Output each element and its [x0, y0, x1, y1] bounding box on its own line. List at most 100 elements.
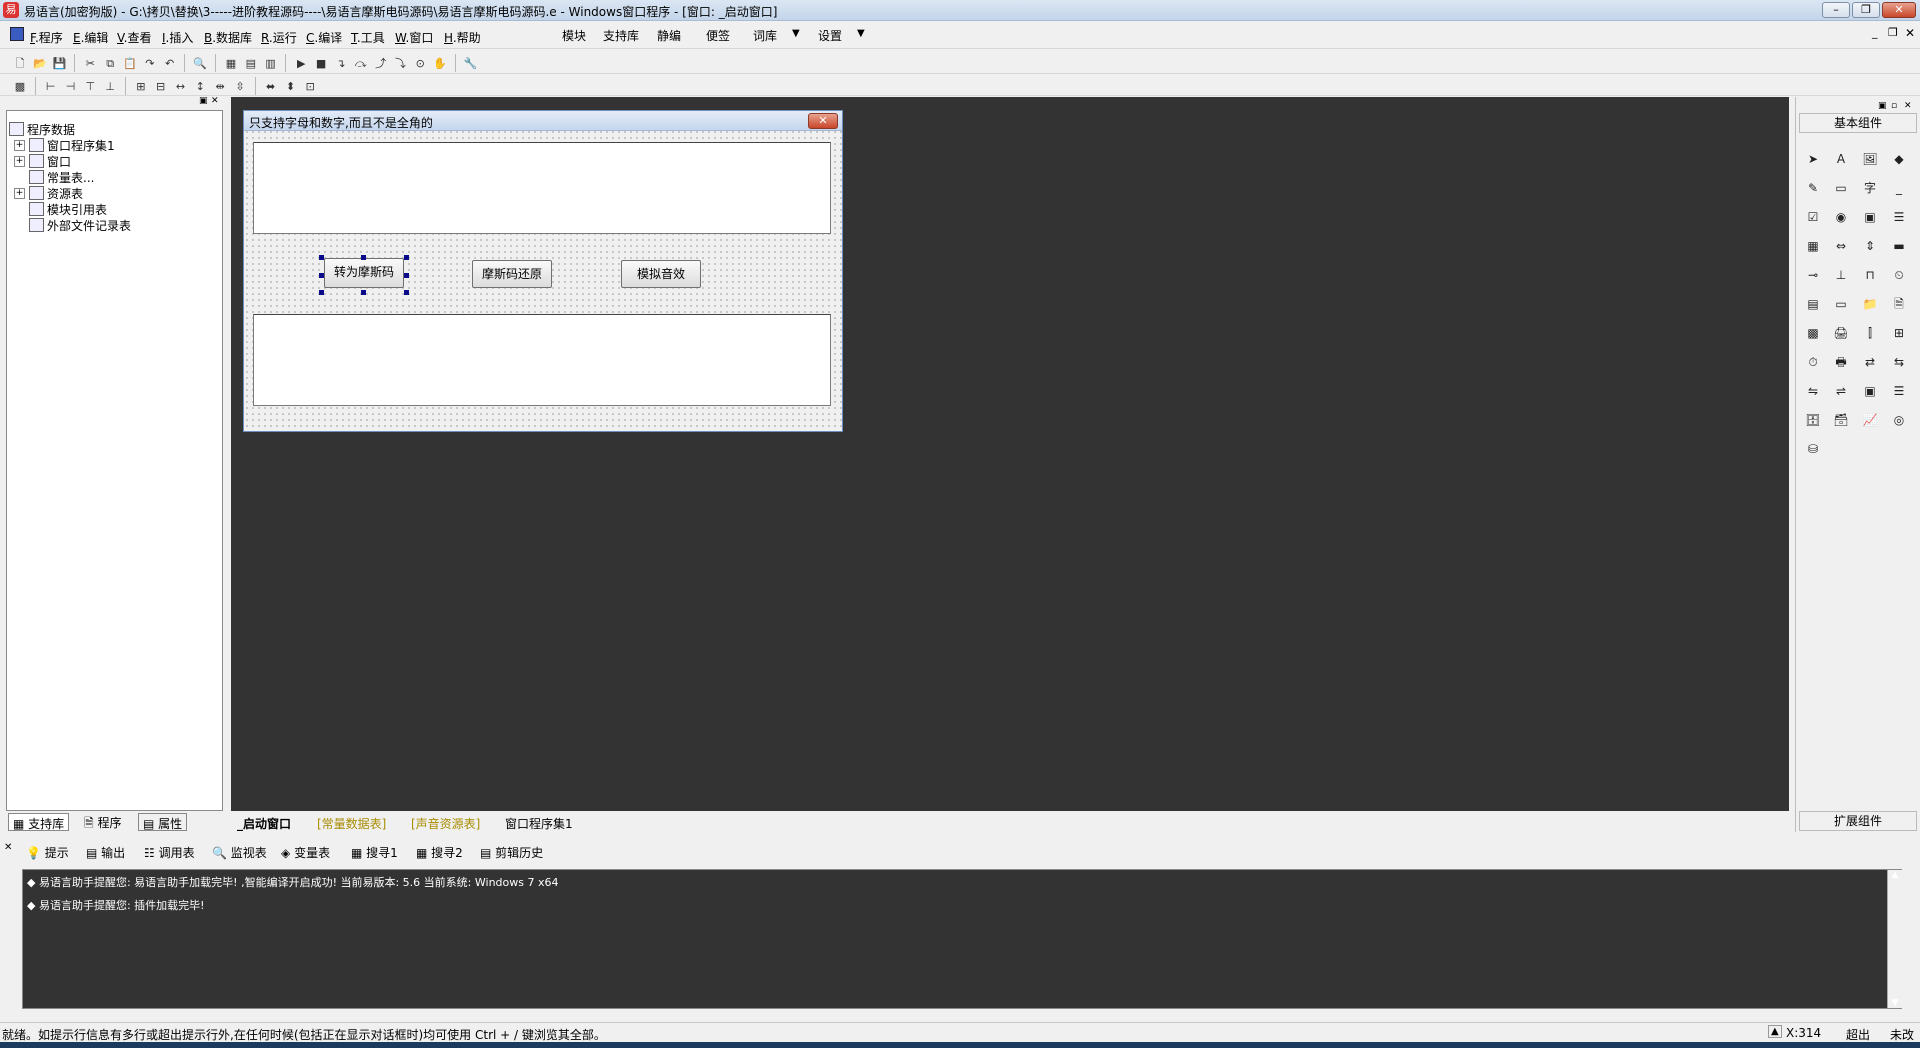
- menu-icon[interactable]: ☰: [1889, 381, 1909, 401]
- output-close-icon[interactable]: ✕: [4, 842, 16, 854]
- network3-icon[interactable]: ⇋: [1803, 381, 1823, 401]
- size-both-icon[interactable]: ⊡: [302, 79, 318, 95]
- tab-search2[interactable]: ▦ 搜寻2: [416, 844, 463, 861]
- find-icon[interactable]: 🔍: [192, 56, 208, 72]
- paste-icon[interactable]: 📋: [122, 56, 138, 72]
- align-left-icon[interactable]: ⊢: [43, 79, 59, 95]
- panel-close-icon[interactable]: ✕: [1904, 101, 1912, 111]
- extended-components-header[interactable]: 扩展组件: [1799, 811, 1917, 831]
- menu-window[interactable]: W.窗口: [395, 29, 433, 46]
- close-button[interactable]: ✕: [1882, 2, 1916, 18]
- menu-program[interactable]: F.程序: [30, 29, 63, 46]
- size-width-icon[interactable]: ⬌: [263, 79, 279, 95]
- printer-icon[interactable]: 🖶: [1831, 352, 1851, 372]
- expand-icon[interactable]: +: [14, 156, 25, 167]
- layout-2-icon[interactable]: ▤: [243, 56, 259, 72]
- groupbox-icon[interactable]: ▣: [1860, 207, 1880, 227]
- output-editbox[interactable]: [253, 314, 831, 406]
- tree-root[interactable]: 程序数据: [9, 121, 75, 138]
- odbc2-icon[interactable]: ⛁: [1803, 439, 1823, 459]
- expand-icon[interactable]: +: [14, 140, 25, 151]
- tab-program[interactable]: 🗎 程序: [80, 813, 125, 831]
- form-designer-window[interactable]: 只支持字母和数字,而且不是全角的 ✕ 转为摩斯码 摩斯码还原 模拟音效: [243, 110, 843, 432]
- progress-icon[interactable]: ▬: [1889, 236, 1909, 256]
- menu-database[interactable]: B.数据库: [204, 29, 252, 46]
- tree-item-module-refs[interactable]: 模块引用表: [29, 201, 107, 218]
- menu-run[interactable]: R.运行: [261, 29, 297, 46]
- shape-icon[interactable]: ◆: [1889, 149, 1909, 169]
- slider-icon[interactable]: ⊸: [1803, 265, 1823, 285]
- clock-icon[interactable]: ⏱: [1803, 352, 1823, 372]
- menu-settings[interactable]: 设置: [818, 27, 842, 44]
- picture-icon[interactable]: 🖼: [1860, 149, 1880, 169]
- basic-components-header[interactable]: 基本组件: [1799, 113, 1917, 133]
- align-bottom-icon[interactable]: ⊥: [102, 79, 118, 95]
- minimize-button[interactable]: –: [1822, 2, 1850, 18]
- odbc-icon[interactable]: ◎: [1889, 410, 1909, 430]
- panel-dock-icon[interactable]: ▣: [1878, 101, 1887, 111]
- morse-restore-button[interactable]: 摩斯码还原: [472, 260, 552, 288]
- panel-close-icon[interactable]: ✕: [211, 96, 219, 106]
- tab-constants[interactable]: [常量数据表]: [313, 814, 390, 832]
- step-over-icon[interactable]: ⤼: [353, 56, 369, 72]
- label-icon[interactable]: A: [1831, 149, 1851, 169]
- grid-icon[interactable]: ▩: [12, 79, 28, 95]
- copy-icon[interactable]: ⧉: [102, 56, 118, 72]
- checkbox-icon[interactable]: ☑: [1803, 207, 1823, 227]
- menu-edit[interactable]: E.编辑: [73, 29, 108, 46]
- tab-watch[interactable]: 🔍 监视表: [212, 844, 267, 861]
- db2-icon[interactable]: 🗃: [1831, 410, 1851, 430]
- center-h-icon[interactable]: ⊞: [133, 79, 149, 95]
- tab-window-assembly[interactable]: 窗口程序集1: [501, 814, 577, 832]
- chart-icon[interactable]: 📈: [1860, 410, 1880, 430]
- panel-dock-icon[interactable]: ▣: [199, 96, 208, 106]
- calendar-icon[interactable]: ▤: [1803, 294, 1823, 314]
- file-icon[interactable]: 🗎: [1889, 294, 1909, 314]
- network-icon[interactable]: ⇄: [1860, 352, 1880, 372]
- align-top-icon[interactable]: ⊤: [82, 79, 98, 95]
- tree-item-external-files[interactable]: 外部文件记录表: [29, 217, 131, 234]
- undo-icon[interactable]: ↶: [162, 56, 178, 72]
- scroll-up-icon[interactable]: ▲: [1888, 870, 1902, 880]
- center-v-icon[interactable]: ⊟: [153, 79, 169, 95]
- tab-hint[interactable]: 💡 提示: [26, 844, 69, 861]
- menu-view[interactable]: V.查看: [117, 29, 152, 46]
- tab-startup-window[interactable]: _启动窗口: [233, 814, 295, 832]
- network2-icon[interactable]: ⇆: [1889, 352, 1909, 372]
- menu-static-compile[interactable]: 静编: [657, 27, 681, 44]
- cut-icon[interactable]: ✂: [82, 56, 98, 72]
- step-out-icon[interactable]: ⤴: [373, 56, 389, 72]
- split-icon[interactable]: ⫿: [1860, 323, 1880, 343]
- input-editbox[interactable]: [253, 142, 831, 234]
- tree-item-window[interactable]: 窗口: [29, 153, 71, 170]
- grid-icon[interactable]: ⊞: [1889, 323, 1909, 343]
- db-icon[interactable]: 🗄: [1803, 410, 1823, 430]
- align-right-icon[interactable]: ⊣: [62, 79, 78, 95]
- tab-search1[interactable]: ▦ 搜寻1: [351, 844, 398, 861]
- menu-module[interactable]: 模块: [562, 27, 586, 44]
- settings-dropdown-icon[interactable]: ▼: [857, 28, 865, 39]
- open-file-icon[interactable]: 📂: [32, 56, 48, 72]
- dropdown-icon[interactable]: ▭: [1831, 294, 1851, 314]
- tab-call-stack[interactable]: ☷ 调用表: [144, 844, 195, 861]
- to-morse-button[interactable]: 转为摩斯码: [324, 258, 404, 288]
- image-list-icon[interactable]: 🖨: [1831, 323, 1851, 343]
- redo-icon[interactable]: ↷: [142, 56, 158, 72]
- restore-button[interactable]: ❐: [1852, 2, 1880, 18]
- helper-icon[interactable]: 🔧: [463, 56, 479, 72]
- scroll-down-icon[interactable]: ▼: [1888, 998, 1902, 1008]
- tree-item-resources[interactable]: 资源表: [29, 185, 83, 202]
- space-h-icon[interactable]: ⇹: [212, 79, 228, 95]
- tab-output[interactable]: ▤ 输出: [86, 844, 125, 861]
- scrollbar-h-icon[interactable]: ⇔: [1831, 236, 1851, 256]
- pointer-icon[interactable]: ➤: [1803, 149, 1823, 169]
- menu-support-lib[interactable]: 支持库: [603, 27, 639, 44]
- tab-sound-resources[interactable]: [声音资源表]: [407, 814, 484, 832]
- new-file-icon[interactable]: 🗋: [12, 56, 28, 72]
- step-into-icon[interactable]: ↴: [333, 56, 349, 72]
- tab-control-icon[interactable]: ⊓: [1860, 265, 1880, 285]
- breakpoint-icon[interactable]: ⊙: [412, 56, 428, 72]
- window-icon[interactable]: ▣: [1860, 381, 1880, 401]
- tree-item-constants[interactable]: 常量表...: [29, 169, 94, 186]
- tab-clip-history[interactable]: ▤ 剪辑历史: [480, 844, 543, 861]
